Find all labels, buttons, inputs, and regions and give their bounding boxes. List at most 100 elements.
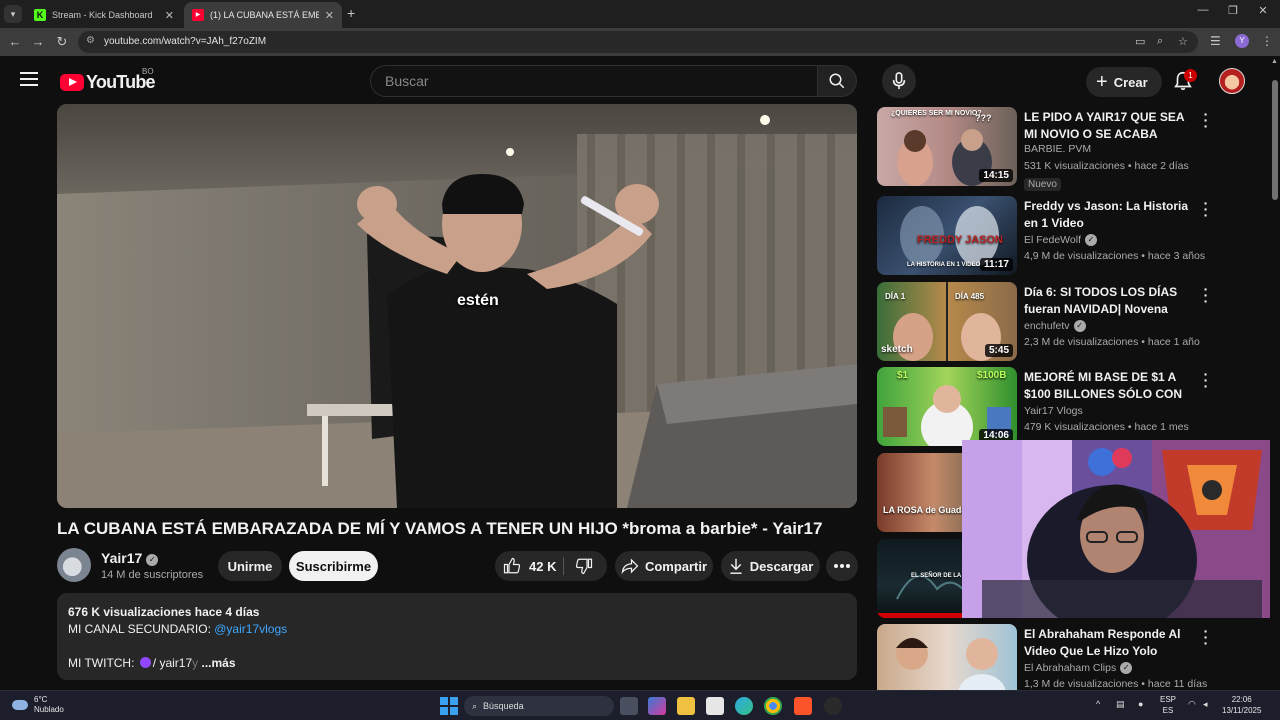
more-vertical-icon[interactable]: · · · [1203,624,1209,650]
task-view-icon[interactable] [620,697,638,715]
back-icon[interactable]: ← [6,34,24,49]
close-tab-icon[interactable]: ✕ [165,9,174,22]
video-thumbnail[interactable]: $1 $100B 14:06 [877,367,1017,446]
channel-name[interactable]: Yair17 [101,550,142,566]
more-vertical-icon[interactable]: · · · [1203,107,1209,133]
search-button[interactable] [817,65,857,97]
search-field[interactable] [370,65,818,97]
reload-icon[interactable]: ↻ [53,34,71,50]
dislike-button[interactable] [575,557,593,580]
taskbar-search[interactable]: ⌕ Búsqueda [464,696,614,716]
network-icon[interactable]: ▤ [1116,699,1125,710]
volume-icon[interactable]: ◂ [1203,699,1208,710]
recommended-video[interactable]: ¿QUIERES SER MI NOVIO? ??? 14:15 LE PIDO… [877,107,1217,191]
site-info-icon[interactable]: ⚙ [86,35,95,46]
video-title[interactable]: MEJORÉ MI BASE DE $1 A $100 BILLONES SÓL… [1024,369,1194,403]
recommended-video[interactable]: $1 $100B 14:06 MEJORÉ MI BASE DE $1 A $1… [877,367,1217,447]
forward-icon[interactable]: → [29,34,47,49]
edge-icon[interactable] [735,697,753,715]
like-dislike-group: 42 K [495,551,607,581]
restore-icon[interactable]: ❐ [1218,4,1248,17]
brave-icon[interactable] [794,697,812,715]
close-window-icon[interactable]: ✕ [1248,4,1278,17]
weather-widget[interactable]: 6°C Nublado [12,695,64,715]
tab-search-button[interactable]: ▾ [4,5,22,23]
channel-name[interactable]: Yair17 Vlogs [1024,405,1083,417]
video-title[interactable]: Día 6: SI TODOS LOS DÍAS fueran NAVIDAD|… [1024,284,1194,318]
url-text[interactable]: youtube.com/watch?v=JAh_f27oZIM [104,36,266,47]
system-clock[interactable]: 22:06 13/11/2025 [1222,694,1261,716]
browser-menu-icon[interactable]: ⋮ [1261,34,1273,48]
new-tab-button[interactable]: + [347,5,355,21]
more-vertical-icon[interactable]: · · · [1203,367,1209,393]
channel-name[interactable]: El Abrahaham Clips [1024,662,1116,674]
show-more-link[interactable]: ...más [201,656,235,670]
subscribe-button[interactable]: Suscribirme [289,551,378,581]
mic-tray-icon[interactable]: ● [1138,699,1143,709]
channel-avatar[interactable] [57,548,91,582]
more-actions-button[interactable] [826,551,858,581]
video-title[interactable]: LE PIDO A YAIR17 QUE SEA MI NOVIO O SE A… [1024,109,1194,143]
cloud-icon [12,700,28,710]
join-button[interactable]: Unirme [218,551,282,581]
chrome-icon[interactable] [764,697,782,715]
video-duration: 11:17 [979,258,1013,271]
video-duration: 14:15 [979,169,1013,182]
channel-name-row[interactable]: El Abrahaham Clips ✓ [1024,662,1133,674]
windows-start-icon[interactable] [440,697,458,715]
video-title[interactable]: El Abrahaham Responde Al Video Que Le Hi… [1024,626,1194,660]
recommended-video[interactable]: DÍA 1 DÍA 485 sketch 5:45 Día 6: SI TODO… [877,282,1217,362]
copilot-icon[interactable] [648,697,666,715]
tray-overflow-icon[interactable]: ^ [1096,699,1100,709]
bookmark-star-icon[interactable]: ☆ [1178,35,1188,48]
webcam-overlay [962,440,1280,618]
thumbnail-text: sketch [881,344,913,355]
video-thumbnail[interactable]: DÍA 1 DÍA 485 sketch 5:45 [877,282,1017,361]
channel-name-row[interactable]: Yair17 ✓ [101,550,159,566]
channel-name[interactable]: enchufetv [1024,320,1070,332]
cast-icon[interactable]: ▭ [1135,35,1145,48]
obs-icon[interactable] [824,697,842,715]
scrollbar-thumb[interactable] [1272,80,1278,200]
channel-name[interactable]: El FedeWolf [1024,234,1081,246]
more-vertical-icon[interactable]: · · · [1203,196,1209,222]
description-box[interactable]: 676 K visualizaciones hace 4 días MI CAN… [57,593,857,680]
address-bar[interactable]: ⚙ youtube.com/watch?v=JAh_f27oZIM ▭ ⌕ ☆ [78,31,1198,53]
file-explorer-icon[interactable] [677,697,695,715]
search-input[interactable] [371,66,817,96]
youtube-logo[interactable]: YouTube BO [60,67,156,93]
browser-tab-youtube[interactable]: ▶ (1) LA CUBANA ESTÁ EMBARAZ ✕ [184,2,342,28]
like-button[interactable]: 42 K [503,557,556,575]
store-icon[interactable] [706,697,724,715]
video-stats: 4,9 M de visualizaciones • hace 3 años [1024,250,1206,262]
video-title[interactable]: Freddy vs Jason: La Historia en 1 Video [1024,198,1194,232]
more-vertical-icon[interactable]: · · · [1203,282,1209,308]
close-tab-icon[interactable]: ✕ [325,9,334,22]
page-scrollbar[interactable]: ▲ [1270,56,1280,690]
profile-avatar[interactable]: Y [1235,34,1249,48]
video-thumbnail[interactable]: FREDDY JASON LA HISTORIA EN 1 VIDEO 11:1… [877,196,1017,275]
video-thumbnail[interactable]: ¿QUIERES SER MI NOVIO? ??? 14:15 [877,107,1017,186]
minimize-icon[interactable]: — [1188,4,1218,16]
input-language[interactable]: ESP ES [1160,694,1176,716]
recommended-video[interactable]: FREDDY JASON LA HISTORIA EN 1 VIDEO 11:1… [877,196,1217,276]
wifi-icon[interactable]: ◠ [1188,699,1196,710]
like-separator [563,557,564,575]
create-button[interactable]: + Crear [1086,67,1162,97]
video-player[interactable]: estén [57,104,857,508]
scroll-up-icon[interactable]: ▲ [1271,58,1278,65]
channel-name[interactable]: BARBIE. PVM [1024,143,1091,155]
channel-name-row[interactable]: enchufetv ✓ [1024,320,1086,332]
zoom-icon[interactable]: ⌕ [1157,35,1163,48]
share-button[interactable]: Compartir [615,551,713,581]
download-button[interactable]: Descargar [721,551,820,581]
reading-list-icon[interactable]: ☰ [1210,34,1221,48]
account-avatar[interactable] [1219,68,1245,94]
channel-name-row[interactable]: El FedeWolf ✓ [1024,234,1097,246]
browser-tab-kick[interactable]: K Stream - Kick Dashboard ✕ [26,2,182,28]
voice-search-button[interactable] [882,64,916,98]
secondary-channel-link[interactable]: @yair17vlogs [214,622,287,636]
clock-time: 22:06 [1231,695,1252,704]
guide-menu-icon[interactable] [20,72,38,86]
twitch-handle[interactable]: / yair17 [153,656,192,670]
